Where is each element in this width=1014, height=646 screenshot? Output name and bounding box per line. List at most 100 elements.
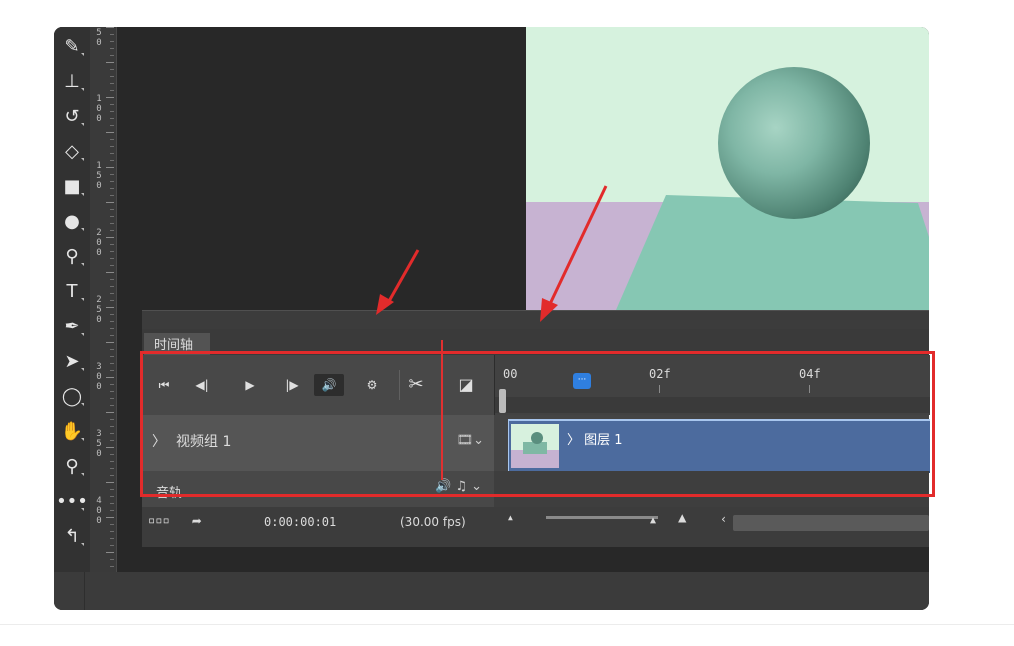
gradient-icon[interactable]: ■: [54, 173, 90, 201]
ruler-tick: [110, 230, 114, 231]
brush-icon[interactable]: ✎: [54, 33, 90, 61]
ruler-tick: [110, 55, 114, 56]
ruler-tick: [110, 524, 114, 525]
swap-colors-icon[interactable]: ↰: [54, 523, 90, 551]
ellipse-icon[interactable]: ◯: [54, 383, 90, 411]
ruler-tick: [110, 76, 114, 77]
ruler-tick: [110, 111, 114, 112]
ruler-tick: [106, 202, 114, 203]
highlight-box: [140, 351, 935, 497]
ruler-tick: [110, 475, 114, 476]
clone-stamp-icon[interactable]: ⊥: [54, 68, 90, 96]
zoom-out-icon[interactable]: ▲: [508, 513, 513, 522]
ruler-number: 0: [96, 449, 102, 459]
path-select-icon[interactable]: ➤: [54, 348, 90, 376]
ruler-number: 0: [96, 114, 102, 124]
hand-icon[interactable]: ✋: [54, 418, 90, 446]
ruler-tick: [110, 454, 114, 455]
ruler-tick: [110, 139, 114, 140]
ruler-tick: [110, 69, 114, 70]
ruler-tick: [110, 496, 114, 497]
ruler-tick: [110, 188, 114, 189]
frame-rate[interactable]: (30.00 fps): [400, 515, 466, 529]
ruler-tick: [106, 62, 114, 63]
zoom-icon[interactable]: ⚲: [54, 453, 90, 481]
ruler-tick: [110, 286, 114, 287]
ruler-tick: [106, 27, 114, 28]
dodge-icon[interactable]: ⚲: [54, 243, 90, 271]
frame-animation-icon[interactable]: ▫▫▫: [148, 513, 170, 527]
pen-icon[interactable]: ✒: [54, 313, 90, 341]
ruler-tick: [110, 181, 114, 182]
ruler-tick: [110, 419, 114, 420]
ruler-tick: [110, 153, 114, 154]
eraser-icon[interactable]: ◇: [54, 138, 90, 166]
timeline-status-bar: ▫▫▫ ➦ 0:00:00:01 (30.00 fps) ▲ ▲ ▲ ‹: [142, 507, 929, 539]
zoom-slider[interactable]: [546, 516, 658, 519]
scroll-left-icon[interactable]: ‹: [720, 512, 727, 526]
ruler-tick: [106, 97, 114, 98]
ruler-tick: [106, 132, 114, 133]
ruler-tick: [106, 272, 114, 273]
ruler-tick: [106, 447, 114, 448]
ruler-number: 0: [96, 104, 102, 114]
ruler-tick: [110, 244, 114, 245]
history-brush-icon[interactable]: ↺: [54, 103, 90, 131]
ruler-tick: [110, 48, 114, 49]
ruler-tick: [110, 216, 114, 217]
divider: [84, 572, 85, 610]
ruler-tick: [110, 209, 114, 210]
blur-icon[interactable]: ●: [54, 208, 90, 236]
ruler-number: 0: [96, 506, 102, 516]
document-area-bottom: [54, 572, 929, 610]
ruler-tick: [110, 461, 114, 462]
ruler-tick: [110, 398, 114, 399]
scene-sphere: [718, 67, 870, 219]
ruler-number: 0: [96, 315, 102, 325]
ruler-tick: [110, 468, 114, 469]
ruler-number: 0: [96, 516, 102, 526]
ruler-number: 0: [96, 372, 102, 382]
ruler-tick: [110, 279, 114, 280]
ruler-tick: [110, 104, 114, 105]
zoom-in-icon[interactable]: ▲: [678, 510, 686, 526]
page-divider: [0, 624, 1014, 625]
ruler-tick: [110, 251, 114, 252]
tools-panel: ✎ ⊥ ↺ ◇ ■ ● ⚲ T ✒ ➤ ◯ ✋ ⚲ ••• ↰: [54, 27, 90, 572]
ruler-tick: [110, 405, 114, 406]
vertical-ruler: 50100150200250300350400: [90, 27, 117, 572]
ruler-tick: [106, 377, 114, 378]
ruler-tick: [110, 356, 114, 357]
ruler-tick: [110, 195, 114, 196]
timeline-scrollbar[interactable]: [733, 515, 929, 531]
ruler-tick: [110, 433, 114, 434]
ruler-tick: [110, 223, 114, 224]
ruler-tick: [110, 174, 114, 175]
type-icon[interactable]: T: [54, 278, 90, 306]
ruler-number: 1: [96, 161, 102, 171]
ruler-tick: [110, 300, 114, 301]
ruler-number: 3: [96, 362, 102, 372]
status-right: ▲ ▲ ▲ ‹: [494, 507, 929, 539]
current-timecode[interactable]: 0:00:00:01: [264, 515, 336, 529]
ruler-number: 0: [96, 181, 102, 191]
ruler-tick: [110, 314, 114, 315]
ruler-tick: [106, 482, 114, 483]
ruler-tick: [110, 41, 114, 42]
ruler-tick: [110, 391, 114, 392]
ruler-tick: [110, 440, 114, 441]
ruler-tick: [106, 517, 114, 518]
ruler-tick: [106, 342, 114, 343]
ruler-tick: [110, 370, 114, 371]
document-canvas[interactable]: [526, 27, 929, 310]
zoom-slider-handle[interactable]: ▲: [650, 515, 656, 526]
ruler-tick: [110, 335, 114, 336]
render-video-icon[interactable]: ➦: [192, 512, 202, 531]
ruler-number: 1: [96, 94, 102, 104]
ruler-tick: [110, 559, 114, 560]
ruler-tick: [110, 363, 114, 364]
ruler-tick: [110, 118, 114, 119]
more-tools-icon[interactable]: •••: [54, 488, 90, 516]
status-left: ▫▫▫ ➦ 0:00:00:01 (30.00 fps): [142, 507, 494, 539]
ruler-number: 5: [96, 28, 102, 38]
